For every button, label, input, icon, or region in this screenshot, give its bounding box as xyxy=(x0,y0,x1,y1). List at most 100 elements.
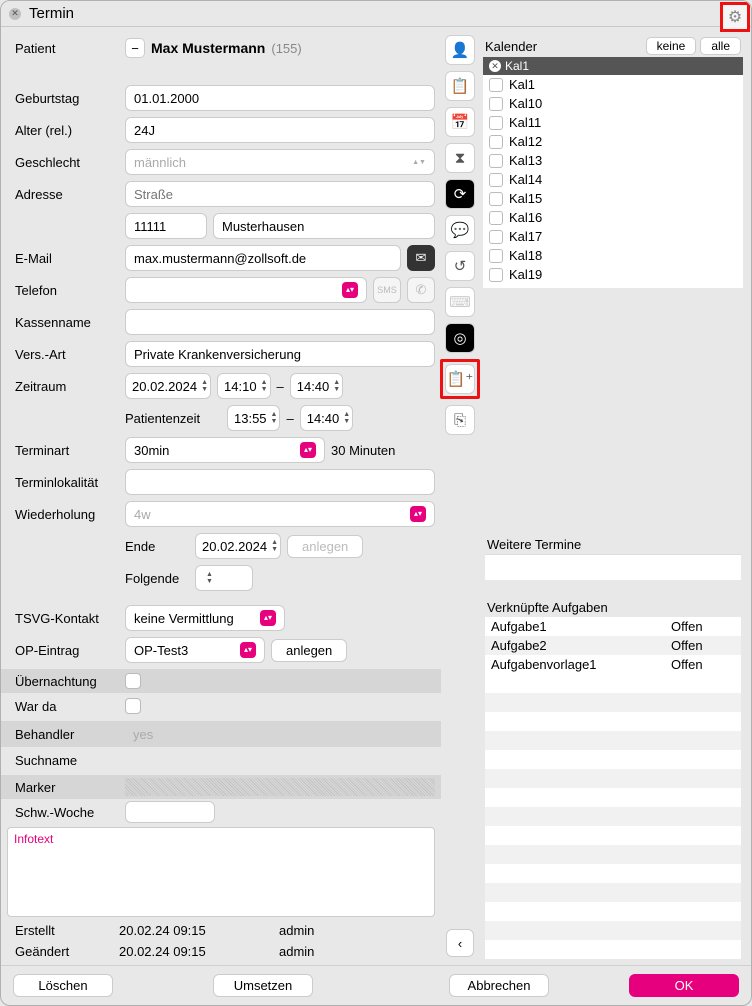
uebernachtung-checkbox[interactable] xyxy=(125,673,141,689)
calendar-item[interactable]: Kal10 xyxy=(483,94,743,113)
remove-cal-icon[interactable]: ✕ xyxy=(489,60,501,72)
calendar-item[interactable]: Kal19 xyxy=(483,265,743,284)
folgende-input[interactable]: ▲▼ xyxy=(195,565,253,591)
birthday-input[interactable] xyxy=(125,85,435,111)
phone-select[interactable]: ▴▾ xyxy=(125,277,367,303)
aufgaben-title: Verknüpfte Aufgaben xyxy=(481,594,745,617)
chevron-updown-icon: ▴▾ xyxy=(260,610,276,626)
calendar-all-button[interactable]: alle xyxy=(700,37,741,55)
calendar-item[interactable]: Kal12 xyxy=(483,132,743,151)
calendar-checkbox[interactable] xyxy=(489,249,503,263)
wdh-select[interactable]: 4w ▴▾ xyxy=(125,501,435,527)
age-label: Alter (rel.) xyxy=(15,123,119,138)
patzeit-t2[interactable]: 14:40▲▼ xyxy=(300,405,353,431)
calendar-item[interactable]: Kal14 xyxy=(483,170,743,189)
calendar-item[interactable]: Kal11 xyxy=(483,113,743,132)
calendar-checkbox[interactable] xyxy=(489,268,503,282)
email-input[interactable] xyxy=(125,245,401,271)
task-row[interactable]: Aufgabenvorlage1Offen xyxy=(485,655,741,674)
task-row-empty xyxy=(485,788,741,807)
lokal-label: Terminlokalität xyxy=(15,475,119,490)
street-input[interactable] xyxy=(125,181,435,207)
infotext-area[interactable]: Infotext xyxy=(7,827,435,917)
zeitraum-label: Zeitraum xyxy=(15,379,119,394)
schwwoche-input[interactable] xyxy=(125,801,215,823)
calendar-item[interactable]: Kal15 xyxy=(483,189,743,208)
patient-id: (155) xyxy=(271,41,301,56)
marker-area[interactable] xyxy=(125,778,435,796)
calendar-checkbox[interactable] xyxy=(489,135,503,149)
gender-select[interactable]: männlich ▲▼ xyxy=(125,149,435,175)
kasse-input[interactable] xyxy=(125,309,435,335)
op-anlegen-button[interactable]: anlegen xyxy=(271,639,347,662)
cancel-button[interactable]: Abbrechen xyxy=(449,974,549,997)
calendar-checkbox[interactable] xyxy=(489,116,503,130)
exit-icon[interactable]: ⎘ xyxy=(445,405,475,435)
wdh-anlegen-button[interactable]: anlegen xyxy=(287,535,363,558)
tsvg-select[interactable]: keine Vermittlung ▴▾ xyxy=(125,605,285,631)
zip-input[interactable] xyxy=(125,213,207,239)
task-row[interactable]: Aufgabe2Offen xyxy=(485,636,741,655)
clipboard-icon[interactable]: 📋 xyxy=(445,71,475,101)
calendar-item[interactable]: Kal17 xyxy=(483,227,743,246)
target-icon[interactable]: ◎ xyxy=(445,323,475,353)
calendar-checkbox[interactable] xyxy=(489,154,503,168)
refresh-icon[interactable]: ⟳ xyxy=(445,179,475,209)
behandler-input[interactable] xyxy=(125,724,435,744)
age-input[interactable] xyxy=(125,117,435,143)
calendar-checkbox[interactable] xyxy=(489,192,503,206)
calendar-selected-item[interactable]: ✕ Kal1 xyxy=(483,57,743,75)
geaendert-ts: 20.02.24 09:15 xyxy=(119,944,279,959)
op-select[interactable]: OP-Test3 ▴▾ xyxy=(125,637,265,663)
ende-date[interactable]: 20.02.2024▲▼ xyxy=(195,533,281,559)
terminart-label: Terminart xyxy=(15,443,119,458)
remove-patient-button[interactable]: − xyxy=(125,38,145,58)
clock-person-icon[interactable]: ⧗ xyxy=(445,143,475,173)
terminart-select[interactable]: 30min ▴▾ xyxy=(125,437,325,463)
cashbox-icon[interactable]: ⌨ xyxy=(445,287,475,317)
calendar-checkbox[interactable] xyxy=(489,230,503,244)
calendar-checkbox[interactable] xyxy=(489,97,503,111)
calendar-checkbox[interactable] xyxy=(489,173,503,187)
behandler-label: Behandler xyxy=(15,727,119,742)
patzeit-t1[interactable]: 13:55▲▼ xyxy=(227,405,280,431)
mail-icon[interactable]: ✉ xyxy=(407,245,435,271)
task-row[interactable]: Aufgabe1Offen xyxy=(485,617,741,636)
zeitraum-t1[interactable]: 14:10▲▼ xyxy=(217,373,270,399)
birthday-label: Geburtstag xyxy=(15,91,119,106)
call-icon[interactable]: ✆ xyxy=(407,277,435,303)
close-window-icon[interactable]: ✕ xyxy=(9,8,21,20)
calendar-item[interactable]: Kal18 xyxy=(483,246,743,265)
patient-label: Patient xyxy=(15,41,119,56)
zeitraum-date[interactable]: 20.02.2024▲▼ xyxy=(125,373,211,399)
task-row-empty xyxy=(485,902,741,921)
lokal-input[interactable] xyxy=(125,469,435,495)
clipboard-add-icon[interactable]: 📋⁺ xyxy=(445,364,475,394)
chat-icon[interactable]: 💬 xyxy=(445,215,475,245)
sms-icon[interactable]: SMS xyxy=(373,277,401,303)
zeitraum-t2[interactable]: 14:40▲▼ xyxy=(290,373,343,399)
warda-checkbox[interactable] xyxy=(125,698,141,714)
delete-button[interactable]: Löschen xyxy=(13,974,113,997)
calendar-item[interactable]: Kal13 xyxy=(483,151,743,170)
task-status: Offen xyxy=(671,657,735,672)
city-input[interactable] xyxy=(213,213,435,239)
settings-gear-highlighted[interactable]: ⚙ xyxy=(720,2,750,32)
calendar-none-button[interactable]: keine xyxy=(646,37,697,55)
calendar-icon[interactable]: 📅 xyxy=(445,107,475,137)
ok-button[interactable]: OK xyxy=(629,974,739,997)
calendar-item-label: Kal13 xyxy=(509,153,542,168)
calendar-checkbox[interactable] xyxy=(489,78,503,92)
move-button[interactable]: Umsetzen xyxy=(213,974,313,997)
weitere-box xyxy=(485,554,741,580)
back-button[interactable]: ‹ xyxy=(446,929,474,957)
history-icon[interactable]: ↺ xyxy=(445,251,475,281)
task-status: Offen xyxy=(671,619,735,634)
kasse-label: Kassenname xyxy=(15,315,119,330)
versart-input[interactable] xyxy=(125,341,435,367)
person-icon[interactable]: 👤 xyxy=(445,35,475,65)
calendar-item[interactable]: Kal1 xyxy=(483,75,743,94)
calendar-item[interactable]: Kal16 xyxy=(483,208,743,227)
patient-name[interactable]: Max Mustermann xyxy=(151,40,265,56)
calendar-checkbox[interactable] xyxy=(489,211,503,225)
